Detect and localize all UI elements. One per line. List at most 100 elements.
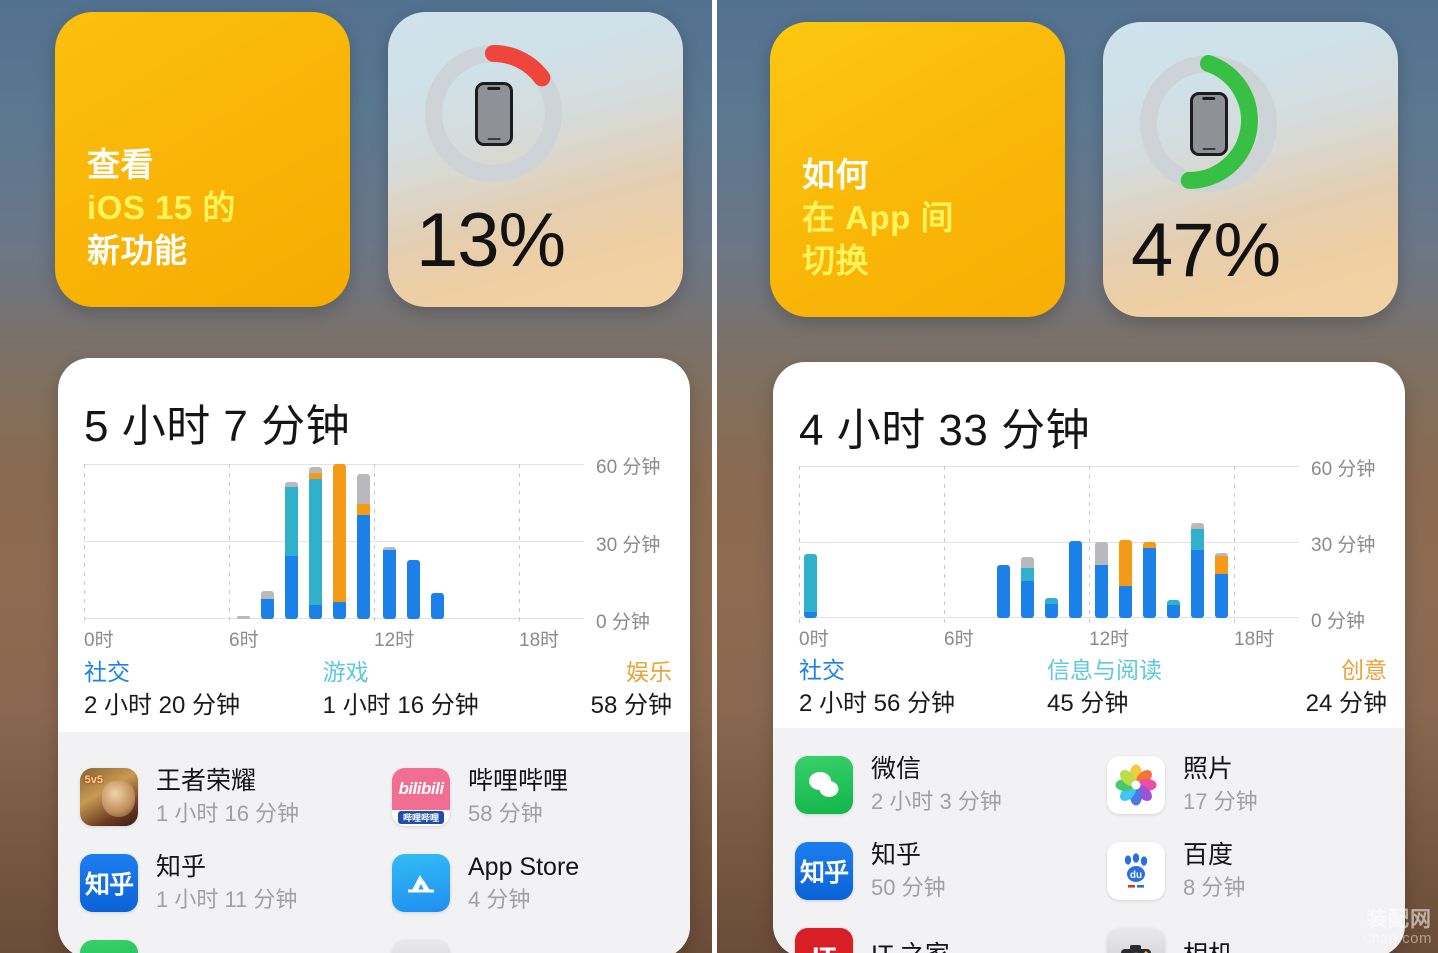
category-games[interactable]: 游戏 1 小时 16 分钟 xyxy=(323,658,557,721)
category-name: 娱乐 xyxy=(626,659,673,685)
bar-h10 xyxy=(1045,598,1058,618)
list-item[interactable]: 相机 xyxy=(1089,914,1405,953)
screen-time-total: 4 小时 33 分钟 xyxy=(799,406,1091,455)
battery-percentage: 47% xyxy=(1131,208,1281,293)
app-time: 17 分钟 xyxy=(1183,789,1258,815)
category-reading[interactable]: 信息与阅读 45 分钟 xyxy=(1047,656,1262,719)
category-creativity[interactable]: 创意 24 分钟 xyxy=(1262,656,1387,719)
battery-widget[interactable]: 13% xyxy=(388,12,683,307)
widget-row: 查看 iOS 15 的 新功能 13% xyxy=(55,12,683,307)
list-item[interactable]: du 百度 8 分钟 xyxy=(1089,828,1405,914)
screen-time-card[interactable]: 4 小时 33 分钟 60 分钟 30 分钟 0 分钟 0时 6时 12时 18… xyxy=(773,362,1405,953)
list-item[interactable]: 微信 xyxy=(58,926,374,953)
battery-ring xyxy=(416,36,571,191)
bar-h11 xyxy=(357,474,370,619)
photos-icon xyxy=(1107,756,1165,814)
category-legend: 社交 2 小时 56 分钟 信息与阅读 45 分钟 创意 24 分钟 xyxy=(799,656,1387,719)
category-name: 创意 xyxy=(1341,657,1387,683)
wechat-icon xyxy=(795,756,853,814)
x-label-6: 6时 xyxy=(944,629,974,650)
category-entertainment[interactable]: 娱乐 58 分钟 xyxy=(557,658,672,721)
tip-line-3: 切换 xyxy=(802,242,869,280)
y-label-60: 60 分钟 xyxy=(1311,459,1376,480)
bar-h13 xyxy=(1119,540,1132,618)
baidu-icon: du xyxy=(1107,842,1165,900)
list-item[interactable]: 知乎 知乎 50 分钟 xyxy=(773,828,1089,914)
bar-h0 xyxy=(804,554,817,618)
zhihu-icon: 知乎 xyxy=(80,854,138,912)
tip-line-2: 在 App 间 xyxy=(802,199,954,237)
category-value: 45 分钟 xyxy=(1047,689,1129,717)
category-social[interactable]: 社交 2 小时 20 分钟 xyxy=(84,658,323,721)
category-name: 游戏 xyxy=(322,659,369,685)
app-name: 微信 xyxy=(871,755,922,784)
y-label-30: 30 分钟 xyxy=(1311,535,1376,556)
app-usage-list: 5v5 王者荣耀 1 小时 16 分钟 bilibili 哔哩哔哩 哔哩哔哩 5… xyxy=(58,732,690,953)
bar-h7 xyxy=(261,591,274,619)
bar-h8 xyxy=(997,565,1010,618)
usage-chart: 60 分钟 30 分钟 0 分钟 0时 6时 12时 18时 xyxy=(84,457,660,651)
list-item[interactable]: 照片 17 分钟 xyxy=(1089,742,1405,828)
tips-widget[interactable]: 如何 在 App 间 切换 xyxy=(770,22,1065,317)
x-label-0: 0时 xyxy=(799,629,829,650)
app-name: 知乎 xyxy=(156,853,207,882)
widget-row: 如何 在 App 间 切换 47% xyxy=(770,22,1398,317)
bar-h11 xyxy=(1069,541,1082,618)
list-item[interactable]: 相机 xyxy=(374,926,690,953)
tip-line-1: 查看 xyxy=(87,146,154,184)
y-label-0: 0 分钟 xyxy=(1311,611,1365,632)
tip-line-2: iOS 15 的 xyxy=(87,189,236,227)
usage-chart: 60 分钟 30 分钟 0 分钟 0时 6时 12时 18时 xyxy=(799,459,1375,650)
bar-h12 xyxy=(1095,542,1108,618)
category-legend: 社交 2 小时 20 分钟 游戏 1 小时 16 分钟 娱乐 58 分钟 xyxy=(84,658,672,721)
bar-h12 xyxy=(383,547,396,619)
app-time: 50 分钟 xyxy=(871,875,946,901)
category-name: 社交 xyxy=(799,657,845,683)
y-label-60: 60 分钟 xyxy=(596,457,661,478)
app-name: 知乎 xyxy=(871,841,922,870)
iphone-icon xyxy=(1190,92,1228,156)
list-item[interactable]: 5v5 王者荣耀 1 小时 16 分钟 xyxy=(58,754,374,840)
category-name: 社交 xyxy=(84,659,130,685)
tips-widget[interactable]: 查看 iOS 15 的 新功能 xyxy=(55,12,350,307)
list-item[interactable]: 知乎 知乎 1 小时 11 分钟 xyxy=(58,840,374,926)
app-time: 1 小时 16 分钟 xyxy=(156,801,300,827)
category-value: 1 小时 16 分钟 xyxy=(322,691,479,719)
bar-h16 xyxy=(1191,523,1204,618)
tip-line-3: 新功能 xyxy=(87,232,188,270)
bar-h6 xyxy=(237,616,250,619)
bar-h17 xyxy=(1215,553,1228,618)
svg-text:du: du xyxy=(1130,870,1142,881)
camera-icon xyxy=(392,940,450,953)
category-value: 2 小时 56 分钟 xyxy=(799,689,956,717)
list-item[interactable]: 微信 2 小时 3 分钟 xyxy=(773,742,1089,828)
right-phone-screen: 如何 在 App 间 切换 47% 4 小时 33 分钟 60 分钟 30 分钟… xyxy=(717,0,1438,953)
app-time: 1 小时 11 分钟 xyxy=(156,887,298,913)
category-name: 信息与阅读 xyxy=(1047,657,1162,683)
bar-h8 xyxy=(285,482,298,619)
bar-h15 xyxy=(1167,600,1180,618)
x-label-0: 0时 xyxy=(84,630,114,651)
x-label-18: 18时 xyxy=(519,630,560,651)
app-name: 百度 xyxy=(1183,841,1234,870)
battery-widget[interactable]: 47% xyxy=(1103,22,1398,317)
tip-line-1: 如何 xyxy=(802,156,869,194)
screen-time-card[interactable]: 5 小时 7 分钟 60 分钟 30 分钟 0 分钟 0时 6时 12时 18时… xyxy=(58,358,690,953)
screen-time-total: 5 小时 7 分钟 xyxy=(84,402,351,451)
battery-ring xyxy=(1131,46,1286,201)
app-name: App Store xyxy=(468,853,580,882)
app-time: 4 分钟 xyxy=(468,887,531,913)
y-label-30: 30 分钟 xyxy=(596,535,661,556)
list-item[interactable]: IT IT 之家 xyxy=(773,914,1089,953)
dual-phone-screenshot: 查看 iOS 15 的 新功能 13% 5 小时 7 分钟 60 分钟 30 分… xyxy=(0,0,1438,953)
app-usage-list: 微信 2 小时 3 分钟 照片 17 分钟 知乎 知乎 50 分钟 du 百度 … xyxy=(773,728,1405,953)
list-item[interactable]: bilibili 哔哩哔哩 哔哩哔哩 58 分钟 xyxy=(374,754,690,840)
app-name: 王者荣耀 xyxy=(156,767,257,796)
category-value: 2 小时 20 分钟 xyxy=(84,691,241,719)
y-label-0: 0 分钟 xyxy=(596,612,650,633)
list-item[interactable]: App Store 4 分钟 xyxy=(374,840,690,926)
category-social[interactable]: 社交 2 小时 56 分钟 xyxy=(799,656,1047,719)
x-label-12: 12时 xyxy=(374,630,415,651)
zhihu-icon: 知乎 xyxy=(795,842,853,900)
ithome-icon: IT xyxy=(795,928,853,953)
